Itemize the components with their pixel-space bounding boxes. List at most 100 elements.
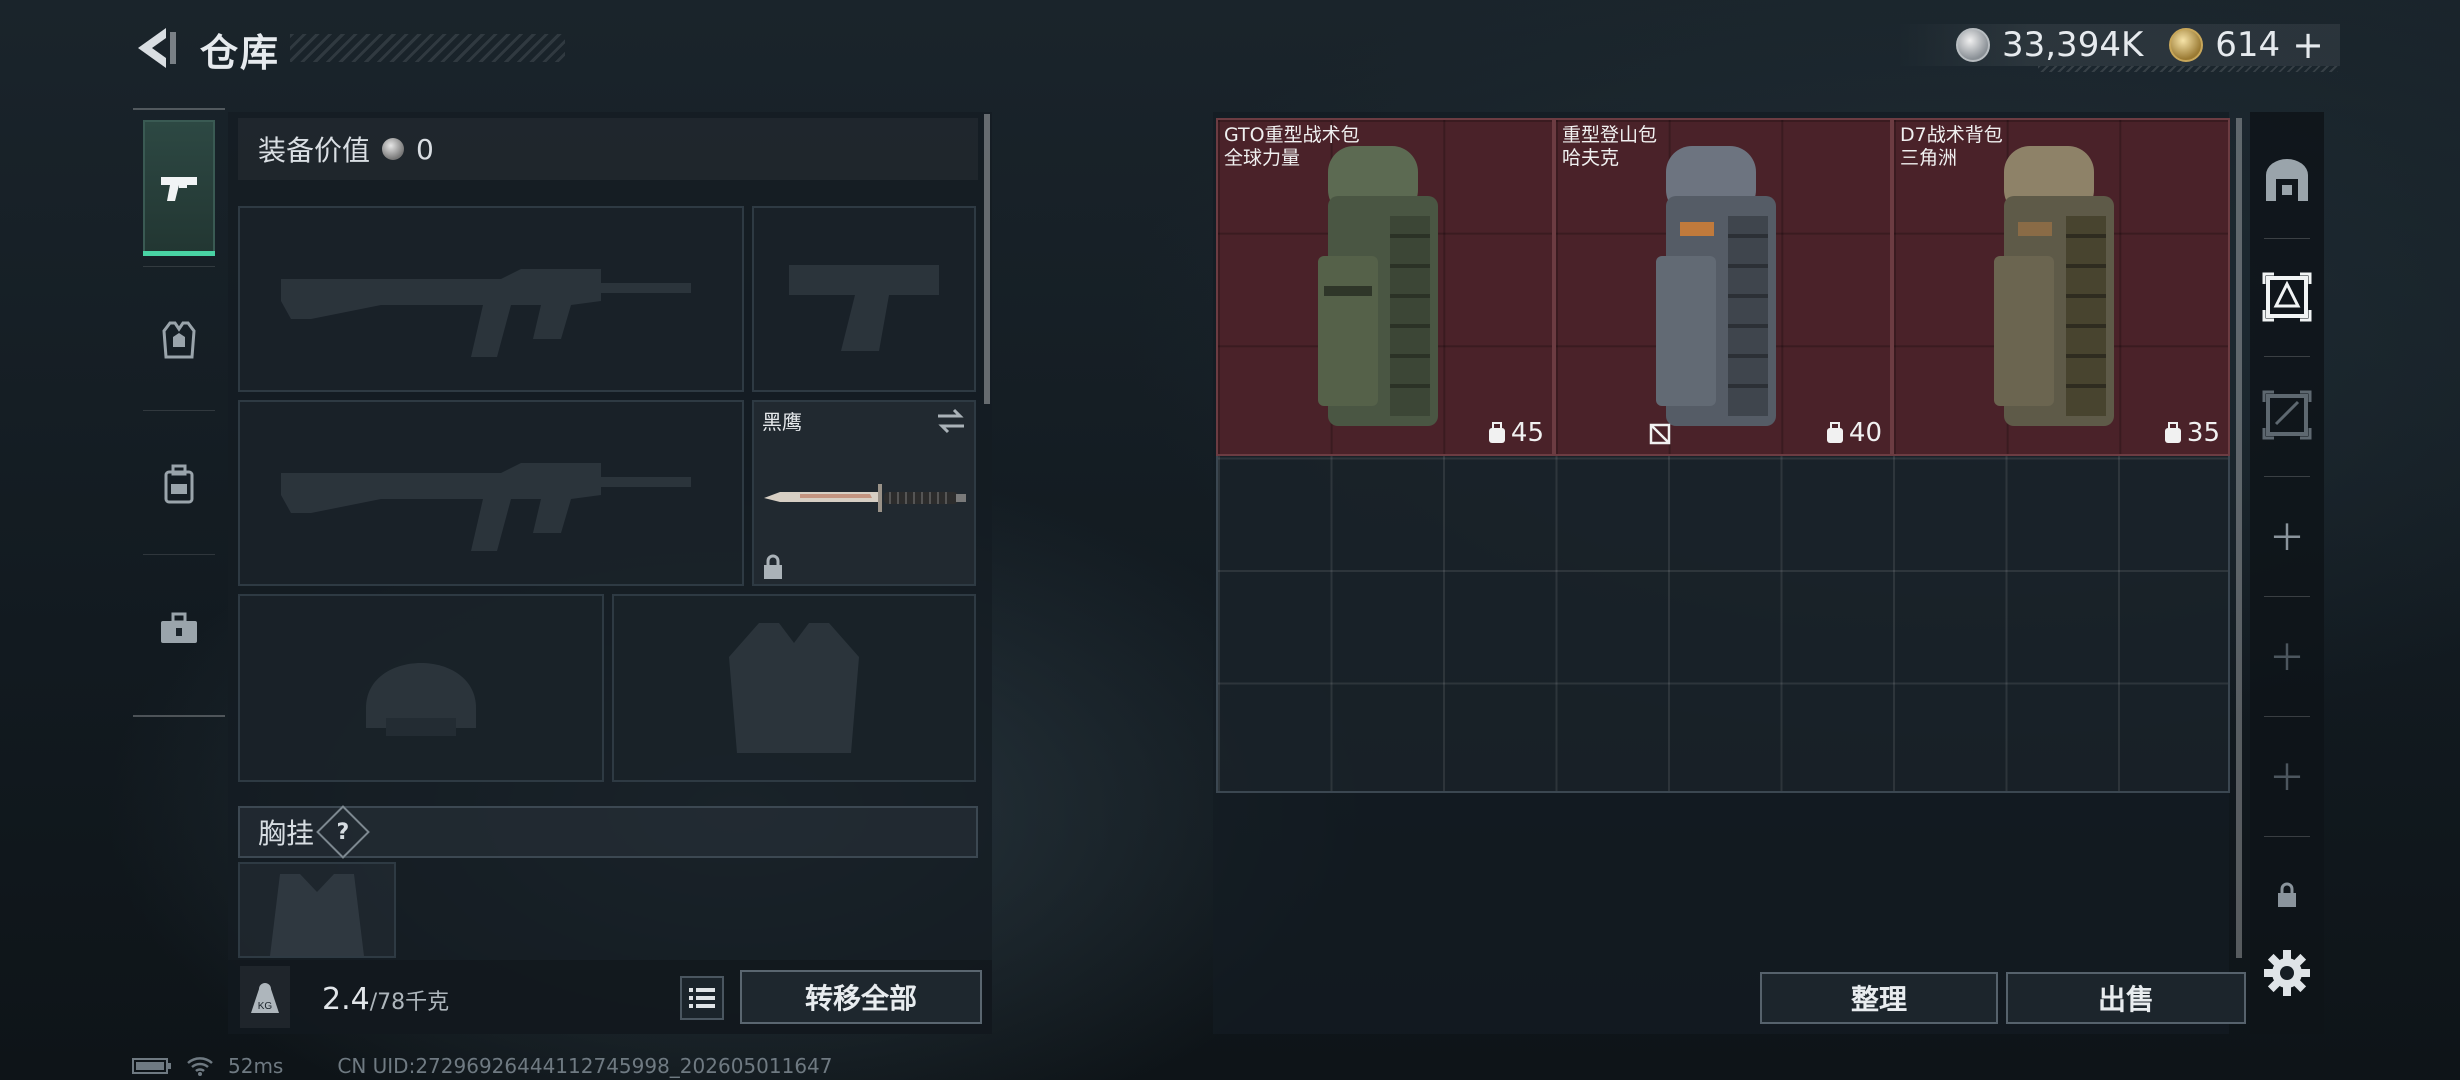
storage-item[interactable]: GTO重型战术包 全球力量 45	[1216, 118, 1554, 456]
transfer-all-button[interactable]: 转移全部	[740, 970, 982, 1024]
chest-rig-placeholder-icon	[270, 874, 364, 956]
backpack-image	[1974, 136, 2144, 446]
equipment-value-bar: 装备价值 0	[238, 118, 978, 180]
lock-icon	[2278, 882, 2296, 907]
sidearm-slot[interactable]	[752, 206, 976, 392]
wifi-icon	[187, 1057, 213, 1076]
storage-scrollbar[interactable]	[2236, 118, 2242, 958]
gold-currency-value: 614	[2215, 25, 2281, 65]
rail-divider	[2264, 596, 2310, 597]
storage-box-icon	[2262, 272, 2312, 322]
weight-readout: 2.4/78千克	[322, 982, 449, 1017]
item-name: 重型登山包	[1562, 124, 1658, 146]
item-capacity-value: 40	[1848, 418, 1882, 448]
status-footer: 52ms CN UID:27296926444112745998_2026050…	[132, 1054, 833, 1078]
item-name: GTO重型战术包	[1224, 124, 1360, 146]
ping-value: 52ms	[228, 1054, 284, 1078]
backpack-capacity-icon	[1488, 422, 1505, 443]
settings-button[interactable]	[2262, 948, 2312, 998]
equipment-value-amount: 0	[416, 132, 434, 166]
backpack-image	[1298, 136, 1468, 446]
category-rail	[133, 108, 225, 717]
item-capacity: 35	[2163, 418, 2220, 448]
currency-bar: 33,394K 614 +	[1895, 23, 2340, 67]
item-brand: 全球力量	[1224, 147, 1301, 169]
back-arrow-icon	[138, 28, 176, 68]
backpack-capacity-icon	[1826, 422, 1843, 443]
list-view-button[interactable]	[680, 976, 724, 1020]
sell-button[interactable]: 出售	[2006, 972, 2246, 1024]
chest-rig-header: 胸挂 ?	[238, 805, 978, 859]
locked-storage-slot[interactable]	[2250, 840, 2324, 950]
pistol-icon	[161, 177, 197, 201]
weight-icon: KG	[240, 966, 290, 1028]
equipment-scrollbar[interactable]	[984, 114, 990, 404]
tab-backpack[interactable]	[133, 414, 225, 554]
armor-placeholder-icon	[614, 596, 974, 780]
add-storage-button[interactable]: ＋	[2250, 600, 2324, 710]
chest-rig-label: 胸挂	[258, 817, 315, 850]
tab-armor[interactable]	[133, 270, 225, 410]
rifle-placeholder-icon	[240, 208, 742, 390]
item-brand: 哈夫克	[1562, 147, 1620, 169]
rail-divider	[2264, 836, 2310, 837]
rifle-placeholder-icon	[240, 402, 742, 584]
tab-storage-2[interactable]	[2250, 360, 2324, 470]
rail-divider	[143, 554, 215, 555]
battery-icon	[132, 1058, 171, 1074]
item-capacity-value: 35	[2186, 418, 2220, 448]
help-icon: ?	[336, 819, 350, 845]
item-name: D7战术背包	[1900, 124, 2003, 146]
tab-toolbox[interactable]	[133, 558, 225, 698]
plus-icon: ＋	[2268, 638, 2305, 679]
rail-divider	[143, 410, 215, 411]
tab-weapons[interactable]	[143, 120, 215, 256]
primary-weapon-slot[interactable]	[238, 206, 744, 392]
add-storage-button[interactable]: ＋	[2250, 480, 2324, 590]
backpack-image	[1636, 136, 1806, 446]
chest-rig-slot[interactable]	[238, 862, 396, 958]
sort-button[interactable]: 整理	[1760, 972, 1998, 1024]
rail-divider	[143, 266, 215, 267]
weight-current: 2.4	[322, 982, 370, 1017]
item-brand: 三角洲	[1900, 147, 1958, 169]
melee-slot[interactable]: 黑鹰	[752, 400, 976, 586]
silver-coin-icon	[1955, 28, 1990, 62]
rail-divider	[2264, 356, 2310, 357]
item-name-block: GTO重型战术包 全球力量	[1224, 124, 1360, 170]
helmet-slot[interactable]	[238, 594, 604, 782]
add-storage-button[interactable]: ＋	[2250, 720, 2324, 830]
title-decoration	[290, 34, 565, 62]
rail-divider	[2264, 238, 2310, 239]
backpack-capacity-icon	[2164, 422, 2181, 443]
helmet-placeholder-icon	[240, 596, 602, 780]
melee-item-name: 黑鹰	[762, 410, 802, 434]
rail-divider	[2264, 476, 2310, 477]
secondary-weapon-slot[interactable]	[238, 400, 744, 586]
item-capacity-value: 45	[1510, 418, 1544, 448]
tab-storage-1[interactable]	[2250, 242, 2324, 352]
lock-icon	[762, 554, 784, 580]
svg-text:KG: KG	[258, 1001, 273, 1012]
plus-icon: ＋	[2268, 518, 2305, 559]
page-title: 仓库	[200, 31, 281, 75]
pistol-placeholder-icon	[754, 208, 974, 390]
storage-item[interactable]: 重型登山包 哈夫克 40	[1554, 118, 1892, 456]
swap-icon[interactable]	[936, 408, 966, 434]
tab-storage-home[interactable]	[2250, 124, 2324, 234]
toolbox-icon	[161, 612, 197, 643]
storage-item[interactable]: D7战术背包 三角洲 35	[1892, 118, 2230, 456]
body-armor-slot[interactable]	[612, 594, 976, 782]
unavailable-mark-icon	[1648, 422, 1672, 446]
back-button[interactable]	[130, 22, 182, 74]
weight-max: /78千克	[369, 990, 450, 1015]
equipment-value-label: 装备价值	[258, 134, 371, 167]
item-name-block: D7战术背包 三角洲	[1900, 124, 2003, 170]
add-currency-button[interactable]: +	[2292, 23, 2324, 67]
plus-icon: ＋	[2268, 758, 2305, 799]
uid-text: CN UID:27296926444112745998_202605011647	[337, 1054, 833, 1078]
help-button[interactable]: ?	[316, 805, 370, 859]
gold-coin-icon	[2169, 28, 2204, 62]
item-capacity: 40	[1825, 418, 1882, 448]
rail-divider	[2264, 716, 2310, 717]
